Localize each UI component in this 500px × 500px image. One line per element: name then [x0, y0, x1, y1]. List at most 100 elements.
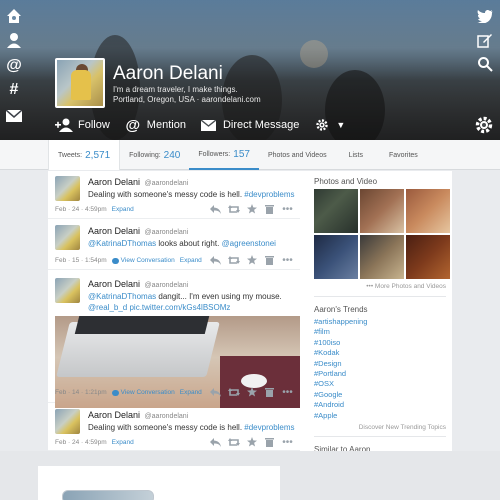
retweet-icon[interactable]	[227, 437, 240, 447]
delete-trash-icon[interactable]	[263, 255, 276, 265]
trend-item[interactable]: #Android	[308, 400, 452, 410]
tweet-body: Dealing with someone's messy code is hel…	[88, 423, 243, 432]
retweet-icon[interactable]	[227, 387, 240, 397]
trend-item[interactable]: #Google	[308, 390, 452, 400]
tweet-avatar[interactable]	[55, 409, 80, 434]
tweet-text: Dealing with someone's messy code is hel…	[88, 422, 298, 433]
reply-icon[interactable]	[209, 255, 222, 265]
tweet-expand-link[interactable]: Expand	[112, 206, 134, 213]
tab-tweets[interactable]: Tweets: 2,571	[48, 140, 121, 170]
tweet-pic-link[interactable]: @real_b_d pic.twitter.com/kGs4lBSOMz	[88, 303, 230, 312]
compose-tweet-icon[interactable]	[475, 30, 495, 50]
tweet-timestamp[interactable]: Feb · 15 · 1:54pm	[55, 257, 107, 264]
trend-item[interactable]: #100iso	[308, 338, 452, 348]
tweet-item[interactable]: Aaron Delani @aarondelani @KatrinaDThoma…	[48, 270, 300, 408]
settings-dropdown-button[interactable]: ▼	[313, 118, 345, 132]
settings-gear-icon[interactable]	[474, 115, 494, 135]
mention-button[interactable]: @ Mention	[124, 117, 185, 134]
retweet-icon[interactable]	[227, 255, 240, 265]
reply-icon[interactable]	[209, 437, 222, 447]
tweet-author[interactable]: Aaron Delani @aarondelani	[88, 410, 188, 420]
twitter-bird-icon[interactable]	[475, 6, 495, 26]
tweet-avatar[interactable]	[55, 278, 80, 303]
profile-name: Aaron Delani	[113, 63, 223, 84]
tweet-item[interactable]: Aaron Delani @aarondelani @KatrinaDThoma…	[48, 219, 300, 270]
tweet-actions: •••	[204, 255, 294, 266]
favorite-star-icon[interactable]	[245, 255, 258, 265]
tweet-item[interactable]: Aaron Delani @aarondelani Dealing with s…	[48, 171, 300, 219]
trend-item[interactable]: #Apple	[308, 411, 452, 421]
tweet-item[interactable]: Aaron Delani @aarondelani Dealing with s…	[48, 403, 300, 451]
tweet-expand-link[interactable]: Expand	[180, 389, 202, 396]
tweet-mention[interactable]: @KatrinaDThomas	[88, 239, 156, 248]
trend-item[interactable]: #film	[308, 327, 452, 337]
photo-thumb[interactable]	[360, 235, 404, 279]
tweet-actions: •••	[204, 387, 294, 398]
tab-tweets-count: 2,571	[85, 149, 111, 161]
tweet-expand-link[interactable]: Expand	[180, 257, 202, 264]
favorite-star-icon[interactable]	[245, 204, 258, 214]
twitter-profile-app: @ # Aaron Delani I'm a dream traveler, I…	[0, 0, 500, 500]
trend-item[interactable]: #OSX	[308, 379, 452, 389]
tweet-author-handle: @aarondelani	[144, 413, 189, 420]
trend-item[interactable]: #Portland	[308, 369, 452, 379]
direct-message-button[interactable]: Direct Message	[200, 118, 299, 132]
delete-trash-icon[interactable]	[263, 387, 276, 397]
tweet-expand-link[interactable]: Expand	[112, 439, 134, 446]
photo-thumb[interactable]	[406, 189, 450, 233]
more-photos-link[interactable]: ••• More Photos and Videos	[308, 279, 452, 294]
photo-thumb[interactable]	[360, 189, 404, 233]
follow-button[interactable]: Follow	[55, 118, 110, 132]
photo-thumb[interactable]	[314, 235, 358, 279]
tab-followers[interactable]: Followers: 157	[189, 140, 259, 170]
discover-trends-link[interactable]: Discover New Trending Topics	[308, 421, 452, 434]
favorite-star-icon[interactable]	[245, 387, 258, 397]
tab-favorites[interactable]: Favorites	[376, 140, 431, 170]
reply-icon[interactable]	[209, 204, 222, 214]
tab-following[interactable]: Following: 240	[120, 140, 189, 170]
more-dots-icon[interactable]: •••	[281, 437, 294, 448]
mentions-icon[interactable]: @	[4, 56, 24, 76]
view-conversation-link[interactable]: View Conversation	[121, 257, 175, 264]
tweet-actions: •••	[204, 204, 294, 215]
tweet-timestamp[interactable]: Feb · 14 · 1:21pm	[55, 389, 107, 396]
photos-title: Photos and Video	[314, 177, 378, 186]
photo-thumb[interactable]	[314, 189, 358, 233]
more-dots-icon[interactable]: •••	[281, 204, 294, 215]
tweet-avatar[interactable]	[55, 225, 80, 250]
trends-title: Aaron's Trends	[314, 305, 368, 314]
tweet-mention[interactable]: @KatrinaDThomas	[88, 292, 156, 301]
tab-lists[interactable]: Lists	[336, 140, 376, 170]
tab-photos-and-videos[interactable]: Photos and Videos	[259, 140, 336, 170]
tweet-timestamp[interactable]: Feb · 24 · 4:59pm	[55, 439, 107, 446]
tweet-avatar[interactable]	[55, 176, 80, 201]
tweet-timestamp[interactable]: Feb · 24 · 4:59pm	[55, 206, 107, 213]
more-dots-icon[interactable]: •••	[281, 387, 294, 398]
delete-trash-icon[interactable]	[263, 204, 276, 214]
trend-item[interactable]: #artishappening	[308, 317, 452, 327]
retweet-icon[interactable]	[227, 204, 240, 214]
delete-trash-icon[interactable]	[263, 437, 276, 447]
trend-item[interactable]: #Kodak	[308, 348, 452, 358]
tweet-hashtag[interactable]: #devproblems	[244, 190, 294, 199]
profile-header-banner: @ # Aaron Delani I'm a dream traveler, I…	[0, 0, 500, 140]
tweet-author[interactable]: Aaron Delani @aarondelani	[88, 226, 188, 236]
gear-icon	[313, 118, 331, 132]
view-conversation-link[interactable]: View Conversation	[121, 389, 175, 396]
trend-item[interactable]: #Design	[308, 359, 452, 369]
reply-icon[interactable]	[209, 387, 222, 397]
discover-hashtag-icon[interactable]: #	[4, 80, 24, 100]
tweet-mention-2[interactable]: @agreenstonei	[222, 239, 276, 248]
more-dots-icon[interactable]: •••	[281, 255, 294, 266]
profile-avatar[interactable]	[55, 58, 105, 108]
favorite-star-icon[interactable]	[245, 437, 258, 447]
profile-icon[interactable]	[4, 30, 24, 50]
photo-thumb[interactable]	[406, 235, 450, 279]
home-icon[interactable]	[4, 6, 24, 26]
tweet-author[interactable]: Aaron Delani @aarondelani	[88, 279, 188, 289]
messages-icon[interactable]	[4, 106, 24, 126]
bottom-preview-thumbnail[interactable]	[62, 490, 154, 500]
search-icon[interactable]	[475, 54, 495, 74]
tweet-hashtag[interactable]: #devproblems	[244, 423, 294, 432]
tweet-author[interactable]: Aaron Delani @aarondelani	[88, 177, 188, 187]
